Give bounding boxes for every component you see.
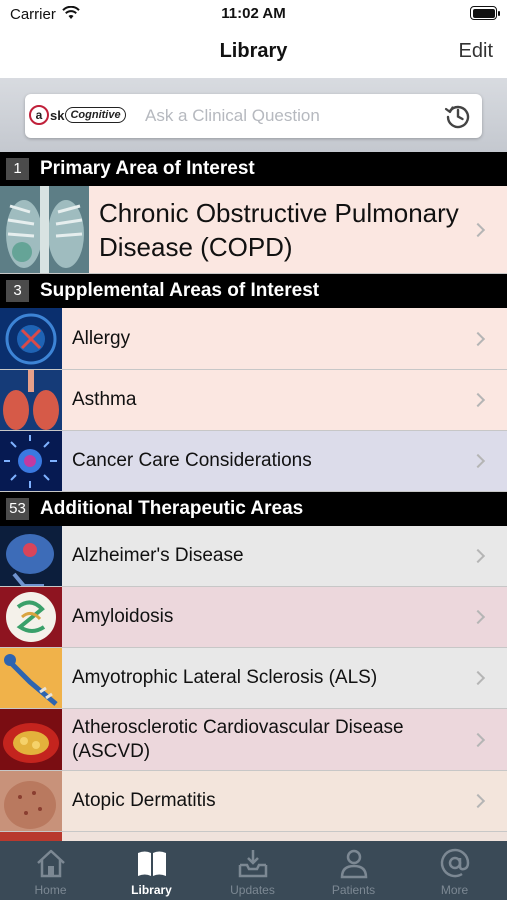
ask-logo-at-icon: a [29, 105, 49, 125]
section-title: Supplemental Areas of Interest [40, 280, 320, 301]
section-header-supplemental: 3 Supplemental Areas of Interest [0, 274, 507, 308]
row-label: Chronic Obstructive Pulmonary Disease (C… [99, 197, 459, 262]
list-item-ascvd[interactable]: Atherosclerotic Cardiovascular Disease (… [0, 709, 507, 771]
row-label: Asthma [72, 389, 137, 410]
chevron-right-icon [470, 392, 486, 408]
chevron-right-icon [470, 331, 486, 346]
search-area: a sk Cognitive Ask a Clinical Question [0, 78, 507, 152]
page-title: Library [219, 40, 288, 62]
chevron-right-icon [470, 548, 486, 564]
lungs-xray-image [0, 186, 89, 273]
list-item-asthma[interactable]: Asthma [0, 370, 507, 431]
tab-library[interactable]: Library [101, 841, 202, 900]
list-item-amyloidosis[interactable]: Amyloidosis [0, 587, 507, 648]
clock-time: 11:02 AM [221, 5, 286, 22]
chevron-right-icon [470, 453, 486, 469]
book-icon [138, 851, 166, 876]
battery-icon [470, 6, 500, 20]
home-icon [37, 849, 65, 878]
search-input[interactable]: a sk Cognitive Ask a Clinical Question [25, 94, 482, 138]
inbox-download-icon [238, 850, 268, 878]
row-label: Atopic Dermatitis [72, 790, 216, 811]
tab-bar: Home Library Updates Patients More [0, 841, 507, 900]
tab-home[interactable]: Home [0, 841, 101, 900]
asthma-lungs-image [0, 370, 62, 430]
section-count-badge: 1 [6, 158, 29, 180]
row-label: Amyotrophic Lateral Sclerosis (ALS) [72, 667, 378, 688]
allergy-image [0, 308, 62, 369]
at-sign-icon [440, 848, 470, 878]
partial-thumbnail [0, 832, 62, 841]
section-title: Primary Area of Interest [40, 158, 255, 179]
list-item-atopic-dermatitis[interactable]: Atopic Dermatitis [0, 771, 507, 832]
list-item-alzheimers[interactable]: Alzheimer's Disease [0, 526, 507, 587]
navigation-bar: Library Edit [0, 28, 507, 78]
neuron-image [0, 648, 62, 708]
list-item-als[interactable]: Amyotrophic Lateral Sclerosis (ALS) [0, 648, 507, 709]
chevron-right-icon [470, 793, 486, 809]
edit-button[interactable]: Edit [459, 40, 493, 63]
row-label: Cancer Care Considerations [72, 450, 312, 471]
ask-cognitive-logo: a sk Cognitive [29, 104, 126, 126]
artery-plaque-image [0, 709, 62, 770]
row-label: Amyloidosis [72, 606, 174, 627]
chevron-right-icon [470, 222, 486, 237]
chevron-right-icon [470, 609, 486, 625]
row-label: Alzheimer's Disease [72, 545, 244, 566]
section-count-badge: 53 [6, 498, 29, 520]
list-item-partial[interactable] [0, 832, 507, 841]
protein-structure-image [0, 587, 62, 647]
person-icon [340, 849, 368, 879]
status-bar: Carrier 11:02 AM [0, 0, 507, 28]
tab-more[interactable]: More [404, 841, 505, 900]
tab-patients[interactable]: Patients [303, 841, 404, 900]
search-placeholder: Ask a Clinical Question [145, 106, 320, 125]
cancer-cell-image [0, 431, 62, 491]
brain-image [0, 526, 62, 586]
section-header-additional: 53 Additional Therapeutic Areas [0, 492, 507, 526]
skin-image [0, 771, 62, 831]
list-item-allergy[interactable]: Allergy [0, 308, 507, 370]
list-item-cancer-care[interactable]: Cancer Care Considerations [0, 431, 507, 492]
section-header-primary: 1 Primary Area of Interest [0, 152, 507, 186]
tab-updates[interactable]: Updates [202, 841, 303, 900]
list-item-copd[interactable]: Chronic Obstructive Pulmonary Disease (C… [0, 186, 507, 274]
history-icon[interactable] [444, 102, 472, 130]
section-count-badge: 3 [6, 280, 29, 302]
row-label: Atherosclerotic Cardiovascular Disease (… [72, 716, 404, 762]
chevron-right-icon [470, 670, 486, 686]
chevron-right-icon [470, 732, 486, 747]
section-title: Additional Therapeutic Areas [40, 498, 304, 519]
row-label: Allergy [72, 327, 131, 349]
